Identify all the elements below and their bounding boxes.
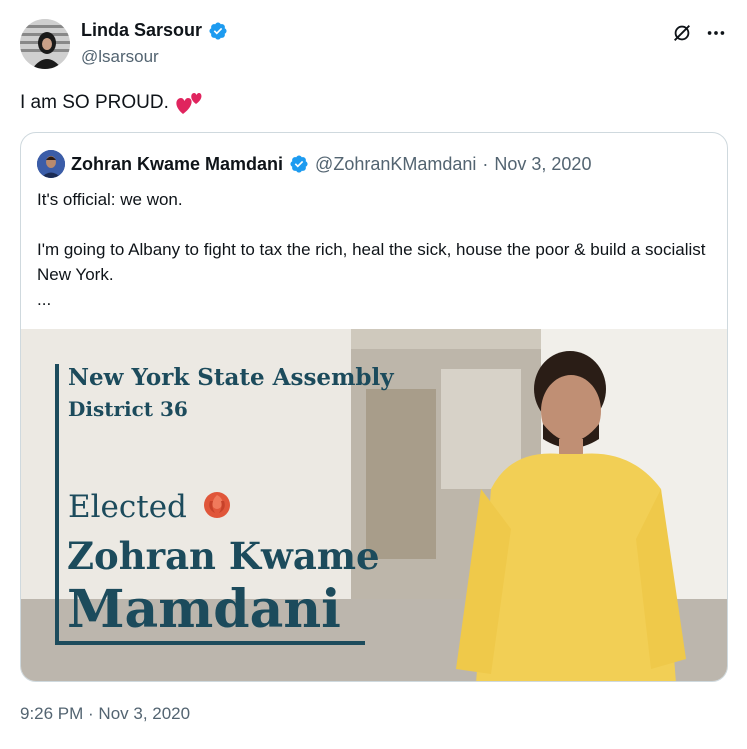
quoted-tweet-date[interactable]: Nov 3, 2020 xyxy=(494,154,591,175)
poster-name-line1: Zohran Kwame xyxy=(67,534,380,578)
poster-title: New York State Assembly xyxy=(68,364,394,391)
tweet-text: I am SO PROUD. xyxy=(20,92,169,113)
quoted-tweet-header: Zohran Kwame Mamdani @ZohranKMamdani · N… xyxy=(37,150,591,178)
quoted-tweet-card[interactable]: Zohran Kwame Mamdani @ZohranKMamdani · N… xyxy=(20,132,728,682)
tweet-body: I am SO PROUD. xyxy=(20,90,203,116)
author-avatar[interactable] xyxy=(20,19,70,69)
quoted-author-avatar[interactable] xyxy=(37,150,65,178)
author-handle[interactable]: @lsarsour xyxy=(81,47,159,67)
author-name-row[interactable]: Linda Sarsour xyxy=(81,20,228,41)
verified-badge-icon xyxy=(209,21,227,40)
poster-horizontal-rule xyxy=(55,641,365,645)
quoted-author-name[interactable]: Zohran Kwame Mamdani xyxy=(71,154,283,175)
more-options-icon[interactable] xyxy=(705,22,727,44)
quoted-author-handle[interactable]: @ZohranKMamdani xyxy=(315,154,476,175)
poster-district: District 36 xyxy=(68,397,188,421)
author-name[interactable]: Linda Sarsour xyxy=(81,20,202,41)
quoted-tweet-image[interactable]: New York State Assembly District 36 Elec… xyxy=(21,329,727,681)
poster-elected: Elected xyxy=(68,489,187,525)
rose-icon xyxy=(204,492,230,518)
two-hearts-icon xyxy=(176,93,202,114)
quoted-tweet-text: It's official: we won. I'm going to Alba… xyxy=(37,190,706,309)
verified-badge-icon xyxy=(290,155,308,173)
poster-vertical-rule xyxy=(55,364,59,644)
separator-dot: · xyxy=(482,153,489,174)
grok-icon[interactable] xyxy=(671,22,693,44)
tweet-timestamp[interactable]: 9:26 PM · Nov 3, 2020 xyxy=(20,704,190,724)
poster-name-line2: Mamdani xyxy=(67,579,341,640)
